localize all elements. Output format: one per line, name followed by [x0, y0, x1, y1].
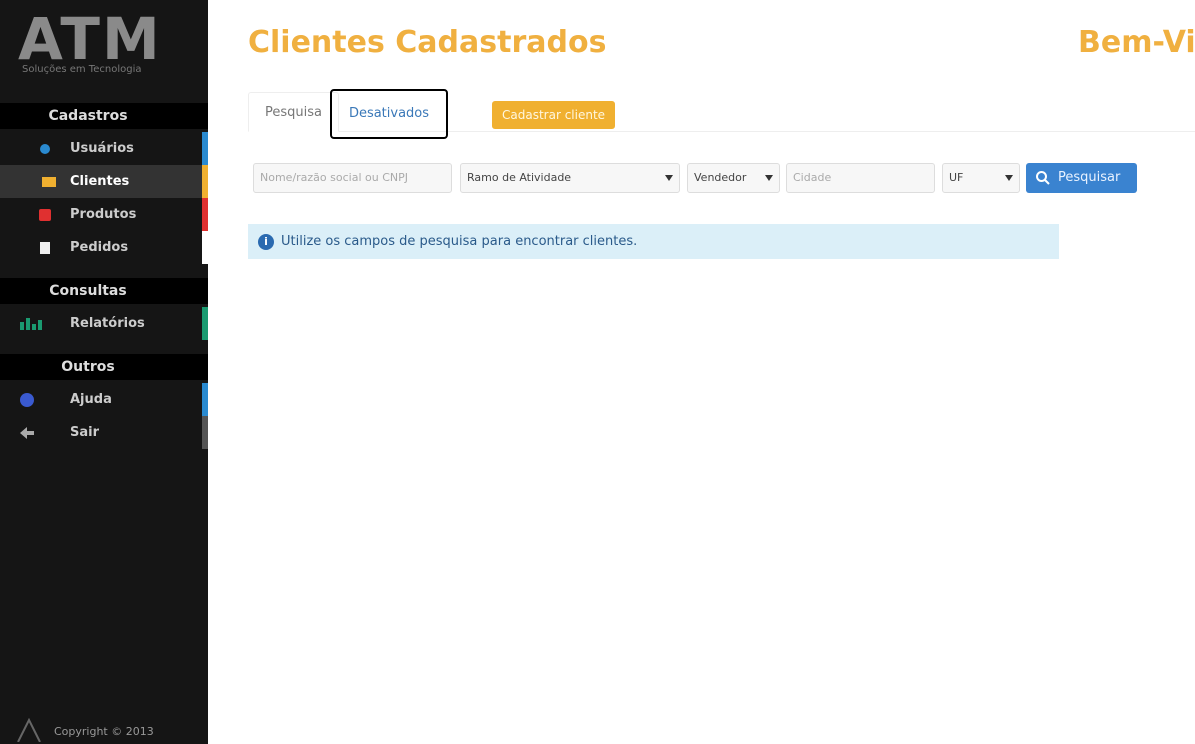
- app-root: ATM Soluções em Tecnologia Cadastros Usu…: [0, 0, 1195, 744]
- sidebar-item-usuarios[interactable]: Usuários: [0, 132, 208, 165]
- sidebar-item-label: Usuários: [70, 141, 134, 156]
- section-consultas: Consultas: [0, 278, 208, 304]
- chevron-down-icon: [765, 175, 773, 181]
- section-title: Cadastros: [48, 108, 128, 124]
- sidebar: ATM Soluções em Tecnologia Cadastros Usu…: [0, 0, 208, 744]
- sidebar-item-label: Relatórios: [70, 316, 145, 331]
- section-outros: Outros: [0, 354, 208, 380]
- seller-select-value: Vendedor: [694, 171, 747, 184]
- search-button-label: Pesquisar: [1058, 170, 1121, 185]
- chevron-down-icon: [1005, 175, 1013, 181]
- sidebar-item-pedidos[interactable]: Pedidos: [0, 231, 208, 264]
- sidebar-item-produtos[interactable]: Produtos: [0, 198, 208, 231]
- envelope-icon: [42, 177, 56, 187]
- sidebar-item-label: Sair: [70, 425, 100, 440]
- sidebar-item-label: Ajuda: [70, 392, 112, 407]
- logo: ATM Soluções em Tecnologia: [18, 8, 183, 78]
- copyright-text: Copyright © 2013: [54, 725, 154, 738]
- info-alert: i Utilize os campos de pesquisa para enc…: [248, 224, 1059, 259]
- section-title: Outros: [61, 359, 115, 375]
- logout-icon: [20, 427, 34, 439]
- seller-select[interactable]: Vendedor: [687, 163, 780, 193]
- main-content: Clientes Cadastrados Bem-Vi Pesquisa Des…: [208, 0, 1195, 744]
- section-title: Consultas: [49, 283, 127, 299]
- sidebar-item-relatorios[interactable]: Relatórios: [0, 307, 208, 340]
- sidebar-item-label: Clientes: [70, 174, 130, 189]
- user-icon: [40, 144, 50, 154]
- sidebar-item-sair[interactable]: Sair: [0, 416, 208, 449]
- search-filters: Nome/razão social ou CNPJ Ramo de Ativid…: [253, 163, 1143, 193]
- logo-small-icon: [17, 718, 41, 742]
- tab-bar: Pesquisa Desativados Cadastrar cliente: [248, 89, 1195, 139]
- tab-desativados[interactable]: Desativados: [330, 89, 448, 139]
- sidebar-item-ajuda[interactable]: Ajuda: [0, 383, 208, 416]
- chart-icon: [20, 318, 42, 330]
- activity-select[interactable]: Ramo de Atividade: [460, 163, 680, 193]
- city-input[interactable]: Cidade: [786, 163, 935, 193]
- uf-select[interactable]: UF: [942, 163, 1020, 193]
- tab-pesquisa[interactable]: Pesquisa: [248, 92, 339, 132]
- help-icon: [20, 393, 34, 407]
- section-cadastros: Cadastros: [0, 103, 208, 129]
- sidebar-item-label: Produtos: [70, 207, 137, 222]
- chevron-down-icon: [665, 175, 673, 181]
- uf-select-value: UF: [949, 171, 964, 184]
- info-message: Utilize os campos de pesquisa para encon…: [281, 234, 638, 249]
- sidebar-item-label: Pedidos: [70, 240, 129, 255]
- sidebar-item-clientes[interactable]: Clientes: [0, 165, 208, 198]
- page-title: Clientes Cadastrados: [248, 25, 607, 60]
- name-search-input[interactable]: Nome/razão social ou CNPJ: [253, 163, 452, 193]
- info-icon: i: [258, 234, 274, 250]
- welcome-text: Bem-Vi: [1078, 25, 1195, 60]
- document-icon: [40, 242, 50, 254]
- activity-select-value: Ramo de Atividade: [467, 171, 572, 184]
- logo-mark: ATM: [18, 5, 162, 73]
- search-button[interactable]: Pesquisar: [1026, 163, 1137, 193]
- add-client-button[interactable]: Cadastrar cliente: [492, 101, 616, 129]
- box-icon: [39, 209, 51, 221]
- copyright: Copyright © 2013: [16, 716, 206, 744]
- search-icon: [1036, 171, 1050, 185]
